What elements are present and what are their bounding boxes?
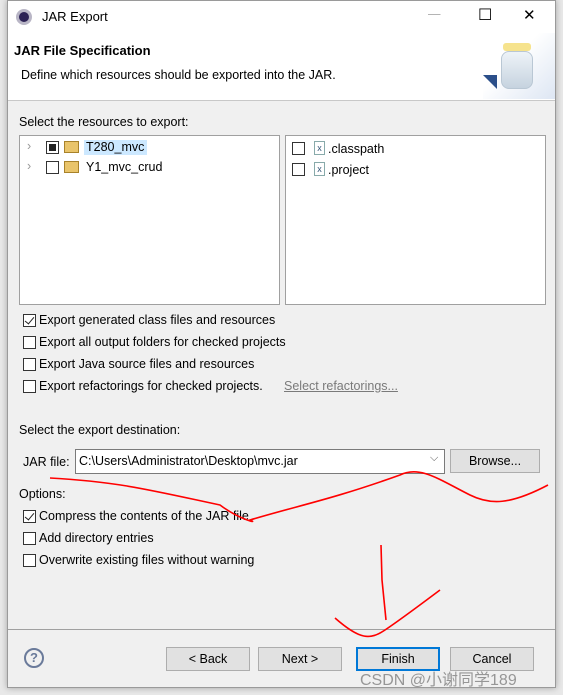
red-annotation [49, 470, 549, 638]
annotation-underline [49, 470, 549, 523]
watermark: CSDN @小谢同学189 [360, 672, 517, 689]
annotation-arrow [334, 544, 441, 638]
